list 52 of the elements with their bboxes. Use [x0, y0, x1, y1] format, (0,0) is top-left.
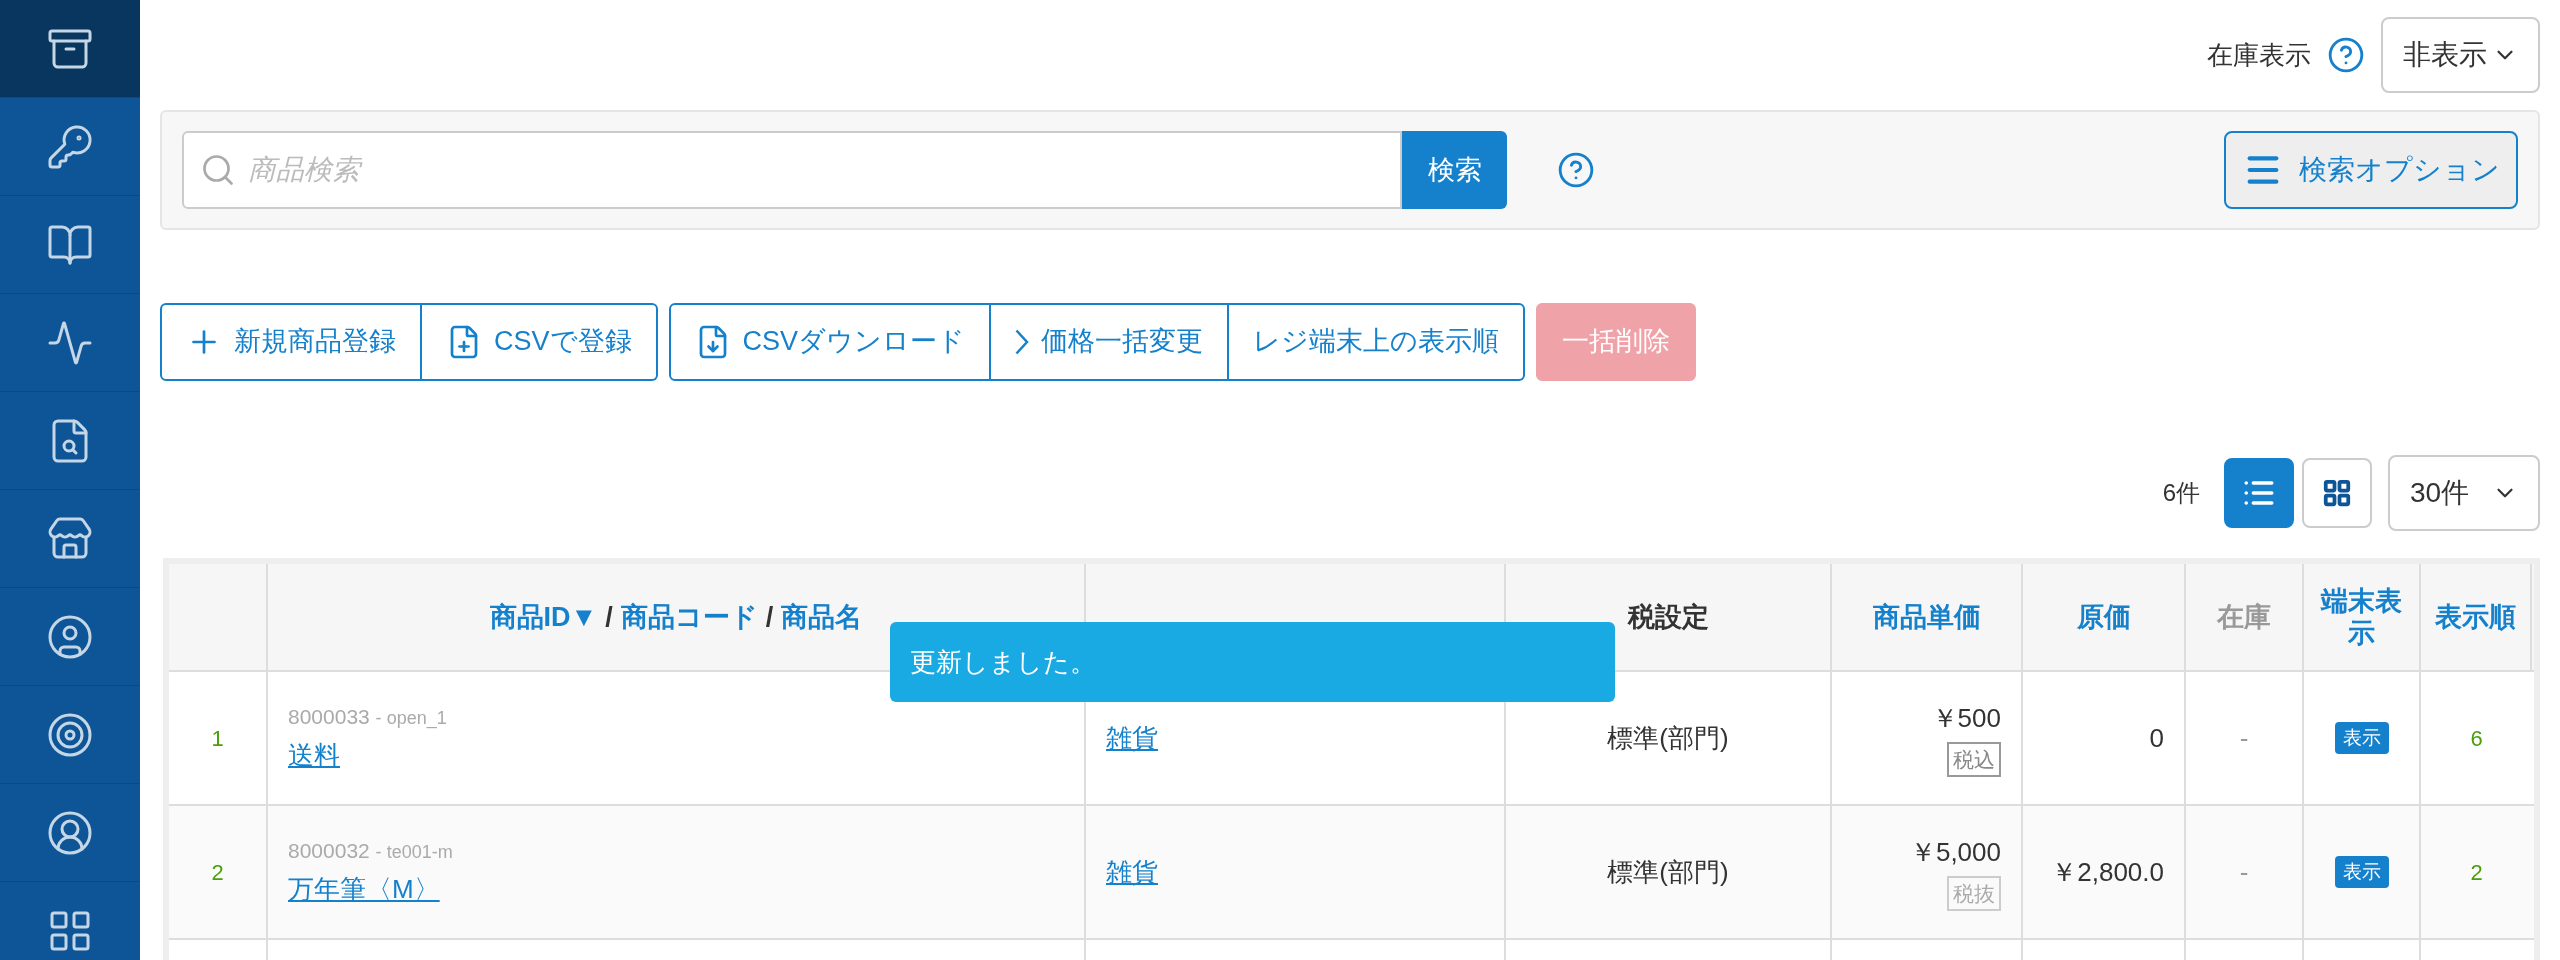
search-input[interactable]: 商品検索 — [248, 140, 1384, 200]
column-header[interactable]: 端末表示 — [2312, 585, 2411, 649]
toolbar-button[interactable]: 新規商品登録 — [160, 302, 422, 381]
toast-notification: 更新しました。 — [890, 622, 1615, 702]
stock-value: - — [2239, 855, 2249, 889]
toolbar-button[interactable]: CSVで登録 — [422, 302, 658, 381]
tax-tag: 税込 — [1947, 741, 2001, 778]
per-page-select[interactable]: 30件 — [2388, 455, 2540, 531]
stock-value: - — [2239, 721, 2249, 755]
tax-setting: 標準(部門) — [1607, 855, 1729, 889]
help-icon[interactable] — [1557, 151, 1595, 189]
display-badge: 表示 — [2334, 855, 2389, 889]
column-header[interactable]: 在庫 — [2217, 601, 2271, 633]
sidebar-item[interactable] — [0, 0, 140, 98]
cost-price: ￥2,800.0 — [2051, 855, 2164, 889]
row-number: 1 — [211, 724, 224, 753]
unit-price: ￥5,000 — [1909, 835, 2001, 869]
tax-tag: 税抜 — [1947, 875, 2001, 912]
search-icon — [200, 152, 236, 188]
display-order: 2 — [2470, 858, 2483, 887]
column-header[interactable]: 原価 — [2076, 601, 2131, 633]
column-header[interactable]: 表示順 — [2435, 601, 2516, 633]
display-order: 6 — [2470, 724, 2483, 753]
column-header[interactable]: 商品単価 — [1872, 601, 1981, 633]
column-header[interactable]: 税設定 — [1627, 601, 1709, 633]
department-link[interactable]: 雑貨 — [1106, 718, 1158, 758]
grid-view-button[interactable] — [2302, 458, 2372, 528]
product-id: 8000032 - te001-m — [288, 837, 454, 864]
help-icon[interactable] — [2327, 36, 2365, 74]
column-header[interactable]: 商品ID▼ / 商品コード / 商品名 — [489, 601, 863, 633]
cost-price: 0 — [2149, 721, 2164, 755]
search-options-button[interactable]: 検索オプション — [2224, 131, 2518, 209]
item-count: 6件 — [2162, 478, 2200, 508]
list-view-button[interactable] — [2224, 458, 2294, 528]
key-icon — [46, 122, 94, 171]
product-name-link[interactable]: 送料 — [288, 736, 340, 776]
toolbar-button[interactable]: CSVダウンロード — [668, 302, 992, 381]
tax-setting: 標準(部門) — [1607, 721, 1729, 755]
grid-icon — [2322, 478, 2352, 508]
toolbar-button[interactable]: 価格一括変更 — [991, 302, 1230, 381]
toolbar-button[interactable]: レジ端末上の表示順 — [1229, 302, 1526, 381]
product-id: 8000033 - open_1 — [288, 703, 448, 731]
search-button[interactable]: 検索 — [1402, 131, 1507, 209]
product-name-link[interactable]: 万年筆〈M〉 — [288, 870, 440, 910]
stock-display-select[interactable]: 非表示 — [2381, 17, 2540, 93]
search-field[interactable]: 商品検索 — [182, 131, 1402, 209]
display-badge: 表示 — [2334, 721, 2389, 755]
stock-display-label: 在庫表示 — [2207, 38, 2311, 72]
row-number: 2 — [211, 858, 224, 887]
unit-price: ￥500 — [1931, 701, 2001, 735]
department-link[interactable]: 雑貨 — [1106, 852, 1158, 892]
chevron-right-icon — [1015, 328, 1030, 355]
